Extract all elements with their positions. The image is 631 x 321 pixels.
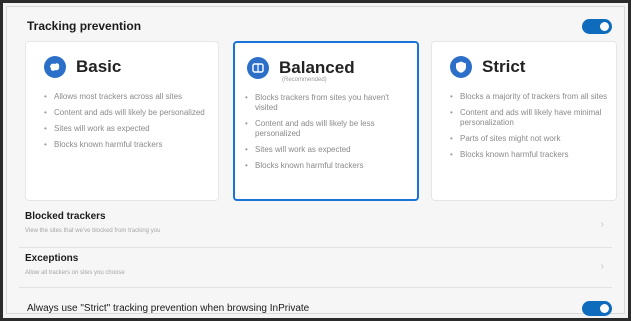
tracking-prevention-title: Tracking prevention	[27, 19, 142, 33]
card-basic-bullet-4: Blocks known harmful trackers	[44, 140, 210, 150]
card-basic-bullet-2: Content and ads will likely be personali…	[44, 108, 210, 118]
card-strict-bullet-4: Blocks known harmful trackers	[450, 150, 608, 160]
blocked-trackers-title: Blocked trackers	[25, 211, 106, 222]
card-strict-bullet-3: Parts of sites might not work	[450, 134, 608, 144]
card-balanced-bullet-3: Sites will work as expected	[245, 145, 409, 155]
divider	[19, 287, 612, 288]
tracking-prevention-panel: Tracking prevention Basic Allows most tr…	[6, 6, 625, 317]
inprivate-strict-row: Always use "Strict" tracking prevention …	[27, 299, 612, 317]
card-balanced-recommended: (Recommended)	[282, 77, 327, 83]
chevron-right-icon: ›	[600, 261, 604, 272]
card-balanced-bullet-4: Blocks known harmful trackers	[245, 161, 409, 171]
card-basic-bullets: Allows most trackers across all sites Co…	[44, 92, 210, 156]
toggle-knob	[600, 21, 609, 31]
card-balanced-title: Balanced	[279, 58, 355, 77]
blocked-trackers-row[interactable]: Blocked trackers View the sites that we'…	[25, 211, 610, 245]
card-basic-title: Basic	[76, 57, 122, 76]
exceptions-title: Exceptions	[25, 253, 79, 264]
inprivate-strict-toggle[interactable]	[582, 300, 612, 316]
blocked-trackers-description: View the sites that we've blocked from t…	[25, 228, 161, 234]
window-frame: Tracking prevention Basic Allows most tr…	[0, 0, 631, 321]
card-balanced[interactable]: Balanced (Recommended) Blocks trackers f…	[233, 41, 419, 201]
card-basic-bullet-3: Sites will work as expected	[44, 124, 210, 134]
card-strict-head: Strict	[450, 56, 525, 78]
card-basic-bullet-1: Allows most trackers across all sites	[44, 92, 210, 102]
tracking-prevention-header: Tracking prevention	[27, 17, 612, 35]
exceptions-description: Allow all trackers on sites you choose	[25, 270, 125, 276]
card-strict-bullets: Blocks a majority of trackers from all s…	[450, 92, 608, 166]
tracking-prevention-toggle[interactable]	[582, 18, 612, 34]
inprivate-strict-label: Always use "Strict" tracking prevention …	[27, 302, 310, 314]
card-basic[interactable]: Basic Allows most trackers across all si…	[25, 41, 219, 201]
card-basic-head: Basic	[44, 56, 121, 78]
card-strict[interactable]: Strict Blocks a majority of trackers fro…	[431, 41, 617, 201]
balanced-icon	[247, 57, 269, 79]
basic-icon	[44, 56, 66, 78]
card-balanced-head: Balanced	[247, 57, 355, 79]
divider	[19, 247, 612, 248]
chevron-right-icon: ›	[600, 219, 604, 230]
card-strict-bullet-2: Content and ads will likely have minimal…	[450, 108, 608, 128]
card-strict-bullet-1: Blocks a majority of trackers from all s…	[450, 92, 608, 102]
card-balanced-bullet-2: Content and ads will likely be less pers…	[245, 119, 409, 139]
toggle-knob	[600, 303, 609, 313]
exceptions-row[interactable]: Exceptions Allow all trackers on sites y…	[25, 253, 610, 287]
shield-icon	[450, 56, 472, 78]
card-balanced-bullets: Blocks trackers from sites you haven't v…	[245, 93, 409, 177]
card-balanced-bullet-1: Blocks trackers from sites you haven't v…	[245, 93, 409, 113]
card-strict-title: Strict	[482, 57, 526, 76]
prevention-level-cards: Basic Allows most trackers across all si…	[25, 41, 617, 201]
